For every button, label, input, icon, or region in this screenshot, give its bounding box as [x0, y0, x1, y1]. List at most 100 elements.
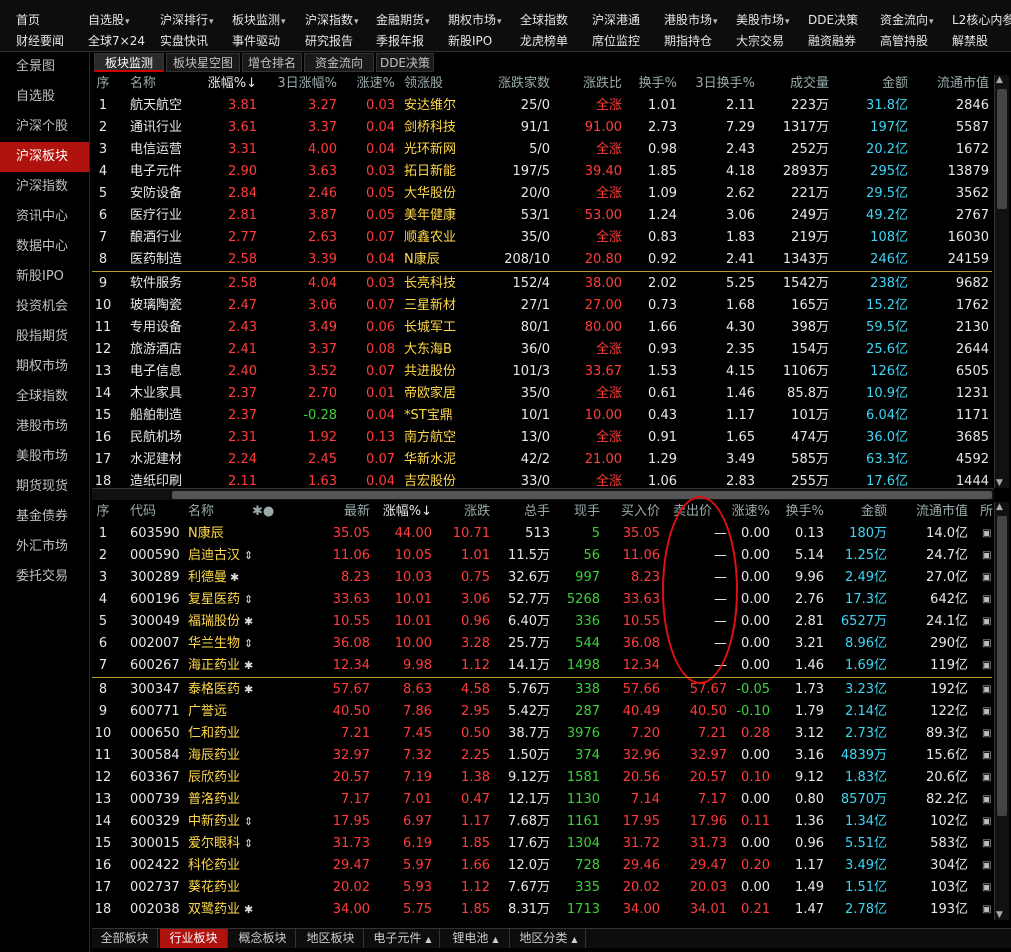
sidebar-item[interactable]: 自选股	[0, 82, 89, 112]
column-header[interactable]: 涨跌比	[562, 73, 622, 95]
column-header[interactable]: 名称	[130, 73, 210, 95]
menu-item[interactable]: 全球7×24	[88, 31, 145, 51]
table-row[interactable]: 4 600196 复星医药 ⇕ 33.63 10.01 3.06 52.7万 5268 33.63…	[92, 589, 992, 611]
sidebar-item[interactable]: 数据中心	[0, 232, 89, 262]
column-header[interactable]: 买入价	[604, 501, 660, 523]
tab-sector-category[interactable]: 全部板块	[92, 929, 158, 948]
menu-item[interactable]: 新股IPO	[448, 31, 492, 51]
column-header[interactable]: 3日换手%	[690, 73, 755, 95]
sidebar-item[interactable]: 外汇市场	[0, 532, 89, 562]
table-row[interactable]: 13 000739 普洛药业 7.17 7.01 0.47 12.1万 1130 7.14 7.1…	[92, 789, 992, 811]
stock-flag-icon[interactable]: ▣	[982, 899, 992, 921]
sidebar-item[interactable]: 股指期货	[0, 322, 89, 352]
tab-sector-category[interactable]: 概念板块	[230, 929, 296, 948]
stock-flag-icon[interactable]: ▣	[982, 589, 992, 611]
column-header[interactable]: 最新	[312, 501, 370, 523]
column-header[interactable]: 现手	[552, 501, 600, 523]
column-header[interactable]: 金额	[842, 73, 908, 95]
tab-main[interactable]: 增仓排名	[242, 53, 302, 72]
table-row[interactable]: 3 电信运营 3.31 4.00 0.04 光环新网 5/0 全涨 0.98 2.43 252万 20…	[92, 139, 992, 161]
table-row[interactable]: 6 医疗行业 2.81 3.87 0.05 美年健康 53/1 53.00 1.24 3.06 24…	[92, 205, 992, 227]
menu-item[interactable]: 沪深指数▾	[305, 10, 359, 32]
column-header[interactable]: 总手	[492, 501, 550, 523]
table-row[interactable]: 17 水泥建材 2.24 2.45 0.07 华新水泥 42/2 21.00 1.29 3.49 5…	[92, 449, 992, 471]
tab-main[interactable]: 资金流向	[304, 53, 374, 72]
menu-item[interactable]: 大宗交易	[736, 31, 784, 51]
column-header[interactable]: 涨速%	[347, 73, 395, 95]
stock-flag-icon[interactable]: ▣	[982, 545, 992, 567]
column-header[interactable]: 所	[980, 501, 993, 523]
sidebar-item[interactable]: 沪深个股	[0, 112, 89, 142]
table-row[interactable]: 1 603590 N康辰 35.05 44.00 10.71 513 5 35.05—0.00 0…	[92, 523, 992, 545]
sidebar-item[interactable]: 资讯中心	[0, 202, 89, 232]
stock-flag-icon[interactable]: ▣	[982, 767, 992, 789]
table-row[interactable]: 17 002737 葵花药业 20.02 5.93 1.12 7.67万 335 20.02 20…	[92, 877, 992, 899]
sidebar-item[interactable]: 全球指数	[0, 382, 89, 412]
stock-flag-icon[interactable]: ▣	[982, 877, 992, 899]
tab-sector-category[interactable]: 电子元件 ▲	[366, 929, 440, 948]
sidebar-item[interactable]: 全景图	[0, 52, 89, 82]
table-row[interactable]: 8 300347 泰格医药 ✱ 57.67 8.63 4.58 5.76万 338 57.66 57…	[92, 679, 992, 701]
stock-flag-icon[interactable]: ▣	[982, 789, 992, 811]
table-row[interactable]: 12 旅游酒店 2.41 3.37 0.08 大东海B 36/0 全涨 0.93 2.35 154万…	[92, 339, 992, 361]
table-row[interactable]: 5 300049 福瑞股份 ✱ 10.55 10.01 0.96 6.40万 336 10.55—…	[92, 611, 992, 633]
sidebar-item[interactable]: 沪深板块	[0, 142, 89, 172]
menu-item[interactable]: 港股市场▾	[664, 10, 718, 32]
column-header[interactable]: 涨幅%↓	[202, 73, 257, 95]
sidebar-item[interactable]: 委托交易	[0, 562, 89, 592]
table-row[interactable]: 11 300584 海辰药业 32.97 7.32 2.25 1.50万 374 32.96 32…	[92, 745, 992, 767]
menu-item[interactable]: 金融期货▾	[376, 10, 430, 32]
menu-item[interactable]: 期指持仓	[664, 31, 712, 51]
tab-main[interactable]: 板块监测	[94, 53, 164, 72]
menu-item[interactable]: 沪深排行▾	[160, 10, 214, 32]
column-header[interactable]: 序	[92, 501, 114, 523]
menu-item[interactable]: 季报年报	[376, 31, 424, 51]
tab-main[interactable]: DDE决策	[376, 53, 434, 72]
sidebar-item[interactable]: 基金债券	[0, 502, 89, 532]
column-header[interactable]: 领涨股	[404, 73, 484, 95]
menu-item[interactable]: 解禁股	[952, 31, 988, 51]
stock-table-scrollbar[interactable]: ▲ ▼	[994, 502, 1009, 920]
column-header[interactable]: 成交量	[764, 73, 829, 95]
menu-item[interactable]: 首页	[16, 10, 40, 30]
stock-flag-icon[interactable]: ▣	[982, 745, 992, 767]
column-header[interactable]: 换手%	[780, 501, 824, 523]
stock-flag-icon[interactable]: ▣	[982, 833, 992, 855]
menu-item[interactable]: 席位监控	[592, 31, 640, 51]
column-header[interactable]: 流通市值	[917, 73, 989, 95]
tab-sector-category[interactable]: 地区板块	[298, 929, 364, 948]
table-row[interactable]: 14 木业家具 2.37 2.70 0.01 帝欧家居 35/0 全涨 0.61 1.46 85.8…	[92, 383, 992, 405]
table-row[interactable]: 14 600329 中新药业 ⇕ 17.95 6.97 1.17 7.68万 1161 17.95…	[92, 811, 992, 833]
table-row[interactable]: 2 000590 启迪古汉 ⇕ 11.06 10.05 1.01 11.5万 56 11.06—0…	[92, 545, 992, 567]
menu-item[interactable]: 板块监测▾	[232, 10, 286, 32]
menu-item[interactable]: 期权市场▾	[448, 10, 502, 32]
tab-main[interactable]: 板块星空图	[166, 53, 240, 72]
column-header[interactable]: 涨速%	[728, 501, 770, 523]
stock-flag-icon[interactable]: ▣	[982, 855, 992, 877]
scroll-thumb[interactable]	[997, 89, 1007, 209]
table-row[interactable]: 12 603367 辰欣药业 20.57 7.19 1.38 9.12万 1581 20.56 2…	[92, 767, 992, 789]
column-header[interactable]: 涨跌家数	[484, 73, 550, 95]
table-row[interactable]: 5 安防设备 2.84 2.46 0.05 大华股份 20/0 全涨 1.09 2.62 221万 2…	[92, 183, 992, 205]
sidebar-item[interactable]: 港股市场	[0, 412, 89, 442]
hscroll-thumb[interactable]	[172, 491, 992, 499]
column-header[interactable]: ✱●	[252, 501, 282, 523]
menu-item[interactable]: 融资融券	[808, 31, 856, 51]
sidebar-item[interactable]: 期货现货	[0, 472, 89, 502]
stock-flag-icon[interactable]: ▣	[982, 679, 992, 701]
scroll-up-icon[interactable]: ▲	[996, 75, 1003, 85]
table-row[interactable]: 2 通讯行业 3.61 3.37 0.04 剑桥科技 91/1 91.00 2.73 7.29 13…	[92, 117, 992, 139]
menu-item[interactable]: 自选股▾	[88, 10, 130, 32]
table-row[interactable]: 3 300289 利德曼 ✱ 8.23 10.03 0.75 32.6万 997 8.23—0.0…	[92, 567, 992, 589]
scroll-up-icon[interactable]: ▲	[996, 502, 1003, 512]
table-row[interactable]: 9 600771 广誉远 40.50 7.86 2.95 5.42万 287 40.49 40.5…	[92, 701, 992, 723]
column-header[interactable]: 涨跌	[434, 501, 490, 523]
menu-item[interactable]: 沪深港通	[592, 10, 640, 30]
menu-item[interactable]: 事件驱动	[232, 31, 280, 51]
table-row[interactable]: 1 航天航空 3.81 3.27 0.03 安达维尔 25/0 全涨 1.01 2.11 223万 3…	[92, 95, 992, 117]
tab-sector-category[interactable]: 锂电池 ▲	[442, 929, 510, 948]
sidebar-item[interactable]: 投资机会	[0, 292, 89, 322]
scroll-down-icon[interactable]: ▼	[996, 478, 1003, 488]
table-row[interactable]: 15 船舶制造 2.37 -0.28 0.04 *ST宝鼎 10/1 10.00 0.43 1.1…	[92, 405, 992, 427]
column-header[interactable]: 序	[92, 73, 114, 95]
